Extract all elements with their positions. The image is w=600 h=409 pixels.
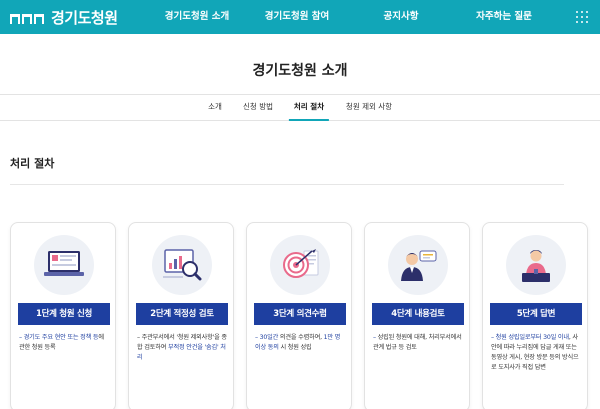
laptop-icon	[34, 235, 94, 295]
official-icon	[506, 235, 566, 295]
step-card-3: 3단계 의견수렴 – 30일간 의견을 수렴하여, 1만 명 이상 동의 시 청…	[246, 222, 352, 409]
step-card-4: 4단계 내용검토 – 성립된 청원에 대해, 처리부서에서 관계 법규 등 검토	[364, 222, 470, 409]
step-label: 3단계 의견수렴	[254, 303, 346, 325]
nav-item-about[interactable]: 경기도청원 소개	[165, 0, 230, 34]
tab-intro[interactable]: 소개	[208, 95, 222, 121]
step-label: 4단계 내용검토	[372, 303, 464, 325]
grid-menu-icon[interactable]	[576, 11, 588, 23]
tab-exclusions[interactable]: 청원 제외 사항	[346, 95, 392, 121]
nav-item-faq[interactable]: 자주하는 질문	[476, 0, 532, 34]
process-steps: 1단계 청원 신청 – 경기도 주요 현안 또는 정책 등에 관한 청원 등록 …	[10, 222, 592, 409]
section-divider	[10, 184, 564, 185]
step-description: – 주관부서에서 '청원 제외사항'을 종합 검토하여 부적정 안건을 '숨김'…	[137, 334, 227, 361]
step-label: 1단계 청원 신청	[18, 303, 110, 325]
main-menu: 경기도청원 소개 경기도청원 참여 공지사항 자주하는 질문	[0, 0, 600, 34]
step-description: – 성립된 청원에 대해, 처리부서에서 관계 법규 등 검토	[373, 334, 462, 351]
target-icon	[270, 235, 330, 295]
step-card-2: 2단계 적정성 검토 – 주관부서에서 '청원 제외사항'을 종합 검토하여 부…	[128, 222, 234, 409]
speaker-icon	[388, 235, 448, 295]
step-card-5: 5단계 답변 – 청원 성립일로부터 30일 이내, 사안에 따라 누리집에 답…	[482, 222, 588, 409]
step-description: – 30일간 의견을 수렴하여, 1만 명 이상 동의 시 청원 성립	[255, 334, 341, 351]
top-navigation-bar: 경기도청원 경기도청원 소개 경기도청원 참여 공지사항 자주하는 질문	[0, 0, 600, 34]
step-label: 2단계 적정성 검토	[136, 303, 228, 325]
tab-how-to-apply[interactable]: 신청 방법	[243, 95, 273, 121]
magnifier-chart-icon	[152, 235, 212, 295]
nav-item-participate[interactable]: 경기도청원 참여	[265, 0, 330, 34]
page-title: 경기도청원 소개	[252, 63, 348, 79]
section-heading: 처리 절차	[10, 157, 55, 170]
sub-tabs: 소개 신청 방법 처리 절차 청원 제외 사항	[0, 94, 600, 121]
step-card-1: 1단계 청원 신청 – 경기도 주요 현안 또는 정책 등에 관한 청원 등록	[10, 222, 116, 409]
step-description: – 청원 성립일로부터 30일 이내, 사안에 따라 누리집에 답글 게재 또는…	[491, 334, 579, 371]
nav-item-notice[interactable]: 공지사항	[384, 0, 419, 34]
step-description: – 경기도 주요 현안 또는 정책 등에 관한 청원 등록	[19, 334, 104, 351]
tab-process[interactable]: 처리 절차	[288, 95, 330, 121]
step-label: 5단계 답변	[490, 303, 582, 325]
